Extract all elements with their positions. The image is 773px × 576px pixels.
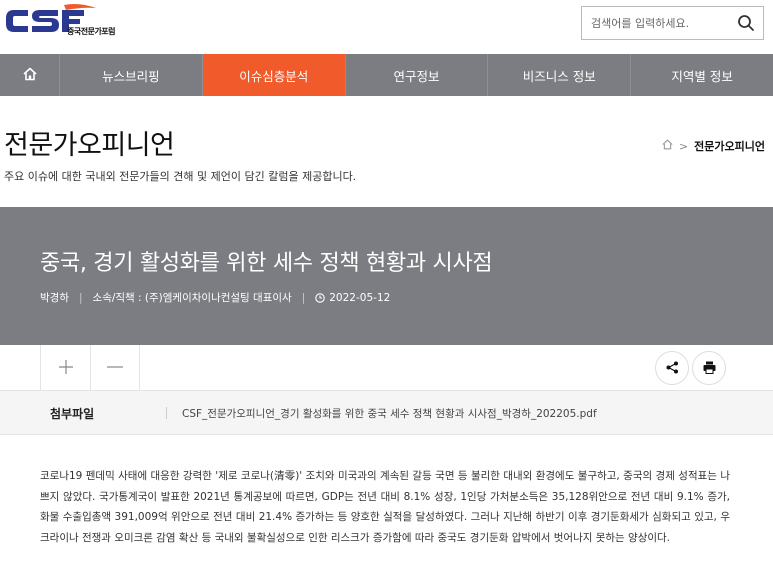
article-header: 중국, 경기 활성화를 위한 세수 정책 현황과 시사점 박경하 | 소속/직책… [0,207,773,345]
article-title: 중국, 경기 활성화를 위한 세수 정책 현황과 시사점 [40,251,493,276]
article-paragraph: 코로나19 펜데믹 사태에 대응한 강력한 '제로 코로나(清零)' 조치와 미… [40,470,730,544]
nav-item-news-briefing[interactable]: 뉴스브리핑 [60,54,203,96]
search-box [581,6,764,40]
search-input[interactable] [582,7,732,39]
breadcrumb-separator: > [678,139,689,153]
article-body: 코로나19 펜데믹 사태에 대응한 강력한 '제로 코로나(清零)' 조치와 미… [40,466,730,548]
nav-item-business-info[interactable]: 비즈니스 정보 [488,54,632,96]
article-meta: 박경하 | 소속/직책 : (주)엠케이차이나컨설팅 대표이사 | 2022-0… [40,290,390,305]
attachment-row: 첨부파일 CSF_전문가오피니언_경기 활성화를 위한 중국 세수 정책 현황과… [0,391,773,435]
logo-subtitle: 중국전문가포럼 [67,27,116,36]
plus-icon [58,359,73,378]
minus-icon [107,359,123,378]
nav-home-button[interactable] [0,54,60,96]
article-date: 2022-05-12 [329,291,391,304]
home-icon [22,66,37,85]
main-nav: 뉴스브리핑 이슈심층분석 연구정보 비즈니스 정보 지역별 정보 [0,54,773,96]
page-title: 전문가오피니언 [4,130,175,161]
nav-item-regional-info[interactable]: 지역별 정보 [631,54,773,96]
site-logo[interactable]: 중국전문가포럼 [4,4,144,40]
clock-icon [315,292,325,303]
attachment-label: 첨부파일 [50,407,95,421]
nav-item-research-info[interactable]: 연구정보 [346,54,489,96]
breadcrumb-home-icon[interactable] [662,139,673,153]
page-description: 주요 이슈에 대한 국내외 전문가들의 견해 및 제언이 담긴 칼럼을 제공합니… [4,170,357,183]
meta-separator: | [78,291,83,304]
breadcrumb-current[interactable]: 전문가오피니언 [694,138,765,154]
meta-separator: | [301,291,306,304]
breadcrumb: > 전문가오피니언 [662,138,765,154]
article-author: 박경하 [40,292,69,304]
font-size-decrease-button[interactable] [90,345,140,391]
search-icon[interactable] [737,14,755,32]
site-header: 중국전문가포럼 [0,0,773,52]
share-button[interactable] [655,351,689,385]
article-toolbar [0,345,773,391]
font-size-increase-button[interactable] [40,345,90,391]
print-button[interactable] [692,351,726,385]
nav-item-issue-analysis[interactable]: 이슈심층분석 [202,54,346,96]
attachment-file-link[interactable]: CSF_전문가오피니언_경기 활성화를 위한 중국 세수 정책 현황과 시사점_… [182,406,597,421]
attachment-divider [166,407,167,419]
article-affiliation: 소속/직책 : (주)엠케이차이나컨설팅 대표이사 [92,292,292,304]
print-icon [703,359,716,378]
share-icon [666,359,679,378]
